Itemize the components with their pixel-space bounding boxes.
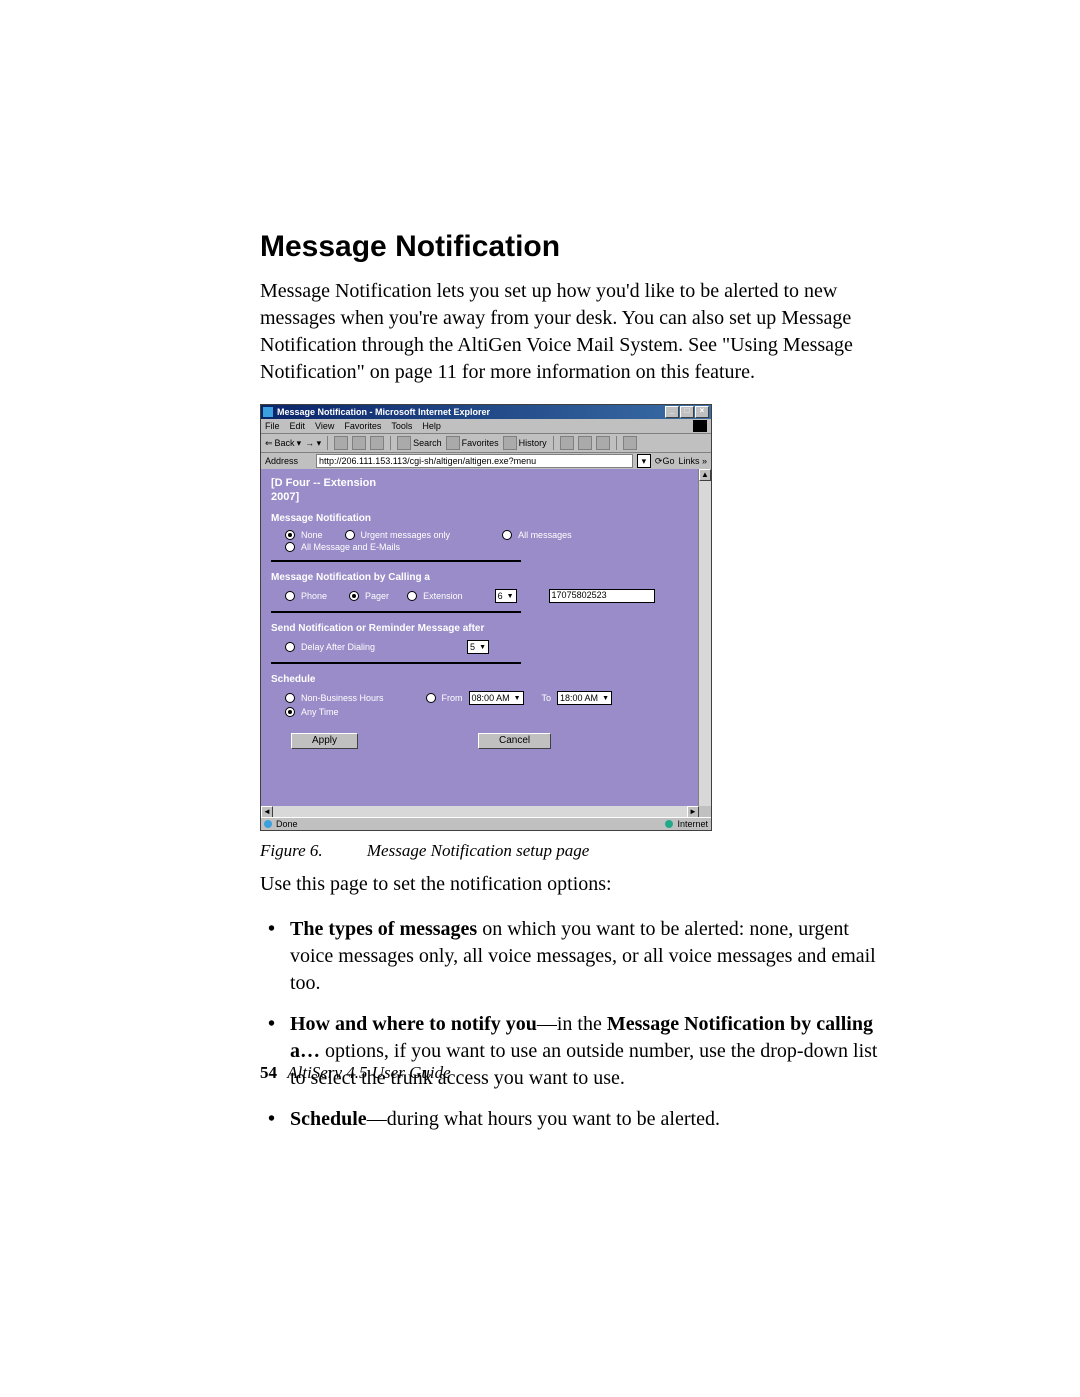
ie-throbber-icon <box>693 420 707 432</box>
label-urgent: Urgent messages only <box>361 530 451 540</box>
label-anytime: Any Time <box>301 707 339 717</box>
radio-extension[interactable] <box>407 591 417 601</box>
search-icon <box>397 436 411 450</box>
page-content: [D Four -- Extension 2007] Message Notif… <box>261 469 698 818</box>
scroll-up-icon[interactable]: ▲ <box>699 469 711 481</box>
intro-paragraph: Message Notification lets you set up how… <box>260 278 880 386</box>
label-phone: Phone <box>301 591 327 601</box>
radio-all[interactable] <box>502 530 512 540</box>
page-icon <box>302 456 312 466</box>
from-time-select[interactable]: 08:00 AM▼ <box>469 691 524 705</box>
radio-anytime[interactable] <box>285 707 295 717</box>
label-to: To <box>542 693 552 703</box>
links-button[interactable]: Links » <box>678 456 707 466</box>
maximize-button[interactable]: □ <box>680 406 694 418</box>
label-none: None <box>301 530 323 540</box>
section-call-by: Message Notification by Calling a <box>271 572 688 583</box>
go-button[interactable]: ⟳Go <box>655 456 675 467</box>
print-icon[interactable] <box>578 436 592 450</box>
address-bar: Address ▾ ⟳Go Links » <box>261 453 711 470</box>
history-button[interactable]: History <box>503 436 547 450</box>
radio-from[interactable] <box>426 693 436 703</box>
user-heading-line2: 2007] <box>271 491 688 503</box>
internet-zone-icon <box>665 820 673 828</box>
page-number: 54 <box>260 1063 277 1082</box>
window-titlebar: Message Notification - Microsoft Interne… <box>261 405 711 419</box>
mail-icon[interactable] <box>560 436 574 450</box>
bullet-schedule: Schedule—during what hours you want to b… <box>290 1106 880 1133</box>
user-heading-line1: [D Four -- Extension <box>271 477 688 489</box>
vertical-scrollbar[interactable]: ▲ ▼ <box>698 469 711 818</box>
divider <box>271 611 521 613</box>
screenshot-ie-window: Message Notification - Microsoft Interne… <box>260 404 712 831</box>
radio-none[interactable] <box>285 530 295 540</box>
divider <box>271 662 521 664</box>
favorites-icon <box>446 436 460 450</box>
delay-select[interactable]: 5▼ <box>467 640 489 654</box>
trunk-select[interactable]: 6▼ <box>495 589 517 603</box>
radio-urgent[interactable] <box>345 530 355 540</box>
label-all: All messages <box>518 530 572 540</box>
figure-caption: Figure 6. Message Notification setup pag… <box>260 841 880 861</box>
menu-bar: File Edit View Favorites Tools Help <box>261 419 711 434</box>
edit-icon[interactable] <box>596 436 610 450</box>
refresh-icon[interactable] <box>352 436 366 450</box>
label-delay: Delay After Dialing <box>301 642 375 652</box>
label-from: From <box>442 693 463 703</box>
address-dropdown[interactable]: ▾ <box>637 454 651 468</box>
radio-nbh[interactable] <box>285 693 295 703</box>
menu-tools[interactable]: Tools <box>391 421 412 431</box>
section-heading: Message Notification <box>260 230 880 264</box>
menu-help[interactable]: Help <box>422 421 441 431</box>
status-zone: Internet <box>677 819 708 829</box>
favorites-button[interactable]: Favorites <box>446 436 499 450</box>
close-button[interactable]: × <box>695 406 709 418</box>
back-button[interactable]: ⇐Back ▾ <box>265 438 301 449</box>
section-msg-notif: Message Notification <box>271 513 688 524</box>
address-input[interactable] <box>316 454 633 468</box>
apply-button[interactable]: Apply <box>291 733 358 749</box>
label-all-email: All Message and E-Mails <box>301 542 400 552</box>
radio-all-email[interactable] <box>285 542 295 552</box>
number-field[interactable]: 17075802523 <box>549 589 655 603</box>
ie-logo-icon <box>263 407 273 417</box>
guide-title: AltiServ 4.5 User Guide <box>287 1063 450 1082</box>
history-icon <box>503 436 517 450</box>
menu-edit[interactable]: Edit <box>290 421 306 431</box>
label-pager: Pager <box>365 591 389 601</box>
search-button[interactable]: Search <box>397 436 442 450</box>
discuss-icon[interactable] <box>623 436 637 450</box>
figure-title: Message Notification setup page <box>367 841 589 860</box>
page-footer: 54 AltiServ 4.5 User Guide <box>260 1063 451 1083</box>
status-bar: Done Internet <box>261 817 711 830</box>
figure-number: Figure 6. <box>260 841 323 860</box>
status-page-icon <box>264 820 272 828</box>
label-extension: Extension <box>423 591 463 601</box>
divider <box>271 560 521 562</box>
minimize-button[interactable]: _ <box>665 406 679 418</box>
bullet-types: The types of messages on which you want … <box>290 916 880 997</box>
bullet-list: The types of messages on which you want … <box>260 916 880 1133</box>
forward-button[interactable]: → ▾ <box>305 438 321 449</box>
cancel-button[interactable]: Cancel <box>478 733 551 749</box>
window-title: Message Notification - Microsoft Interne… <box>277 407 665 417</box>
menu-file[interactable]: File <box>265 421 280 431</box>
toolbar: ⇐Back ▾ → ▾ Search Favorites History <box>261 434 711 453</box>
menu-favorites[interactable]: Favorites <box>344 421 381 431</box>
label-nbh: Non-Business Hours <box>301 693 384 703</box>
home-icon[interactable] <box>370 436 384 450</box>
menu-view[interactable]: View <box>315 421 334 431</box>
section-schedule: Schedule <box>271 674 688 685</box>
radio-pager[interactable] <box>349 591 359 601</box>
to-time-select[interactable]: 18:00 AM▼ <box>557 691 612 705</box>
radio-delay[interactable] <box>285 642 295 652</box>
address-label: Address <box>265 456 298 466</box>
status-text: Done <box>276 819 298 829</box>
lead-out: Use this page to set the notification op… <box>260 871 880 898</box>
radio-phone[interactable] <box>285 591 295 601</box>
section-send-after: Send Notification or Reminder Message af… <box>271 623 688 634</box>
stop-icon[interactable] <box>334 436 348 450</box>
